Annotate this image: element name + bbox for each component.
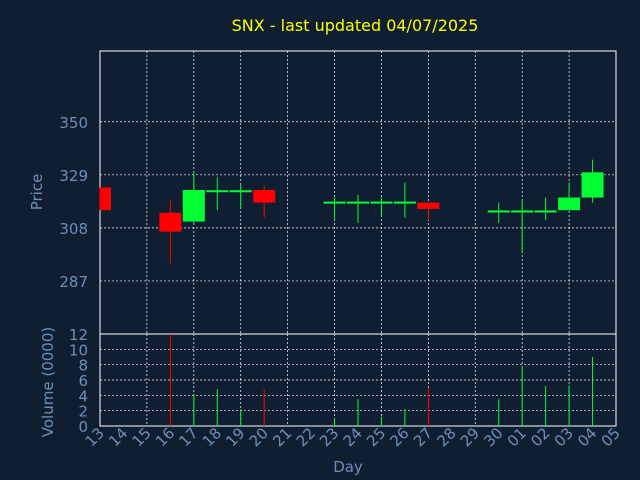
- x-tick-label: 22: [293, 424, 319, 450]
- volume-tick-label: 2: [78, 403, 88, 421]
- x-tick-label: 03: [551, 424, 577, 450]
- x-tick-label: 21: [269, 424, 295, 450]
- candle-body: [347, 201, 369, 204]
- x-tick-label: 18: [199, 424, 225, 450]
- x-tick-label: 04: [574, 424, 600, 450]
- candle-body: [534, 210, 557, 213]
- candle-body: [100, 187, 111, 211]
- x-tick-label: 25: [363, 424, 389, 450]
- price-tick-label: 287: [59, 273, 88, 291]
- stock-chart: SNX - last updated 04/07/2025 Price Volu…: [28, 16, 624, 476]
- candle-body: [487, 210, 510, 213]
- x-tick-label: 02: [527, 424, 553, 450]
- price-tick-label: 329: [59, 167, 88, 185]
- x-tick-label: 29: [457, 424, 483, 450]
- candle-body: [229, 190, 252, 193]
- candle-body: [253, 189, 276, 203]
- x-tick-label: 17: [175, 424, 201, 450]
- price-tick-label: 308: [59, 220, 88, 238]
- volume-tick-label: 10: [69, 341, 88, 359]
- x-tick-label: 14: [105, 424, 131, 450]
- x-tick-label: 16: [152, 424, 178, 450]
- candle-body: [370, 201, 393, 204]
- candle-body: [159, 212, 182, 232]
- x-tick-label: 20: [246, 424, 272, 450]
- x-tick-label: 26: [387, 424, 413, 450]
- x-tick-label: 28: [433, 424, 459, 450]
- x-tick-label: 01: [504, 424, 530, 450]
- candle-body: [581, 172, 604, 198]
- x-tick-label: 23: [316, 424, 342, 450]
- candle-body: [393, 201, 416, 204]
- x-tick-label: 19: [222, 424, 248, 450]
- x-tick-label: 30: [480, 424, 506, 450]
- candle-body: [511, 210, 534, 213]
- candle-body: [417, 202, 440, 209]
- candle-body: [182, 189, 205, 222]
- chart-title: SNX - last updated 04/07/2025: [232, 16, 479, 35]
- price-axis-label: Price: [28, 174, 46, 211]
- price-panel-frame: [99, 50, 617, 335]
- candle-body: [206, 190, 229, 193]
- x-tick-label: 15: [129, 424, 155, 450]
- volume-tick-label: 4: [78, 387, 88, 405]
- x-tick-label: 24: [340, 424, 366, 450]
- volume-tick-label: 12: [69, 326, 88, 344]
- x-tick-label: 27: [410, 424, 436, 450]
- volume-axis-label: Volume (0000): [39, 327, 57, 437]
- volume-tick-label: 6: [78, 372, 88, 390]
- volume-tick-label: 8: [78, 357, 88, 375]
- chart-marks: 2873083293500246810121314151617181920212…: [59, 50, 624, 450]
- candle-body: [558, 197, 581, 211]
- x-tick-label: 05: [598, 424, 624, 450]
- x-axis-label: Day: [333, 458, 363, 476]
- price-tick-label: 350: [59, 114, 88, 132]
- candle-body: [323, 201, 346, 204]
